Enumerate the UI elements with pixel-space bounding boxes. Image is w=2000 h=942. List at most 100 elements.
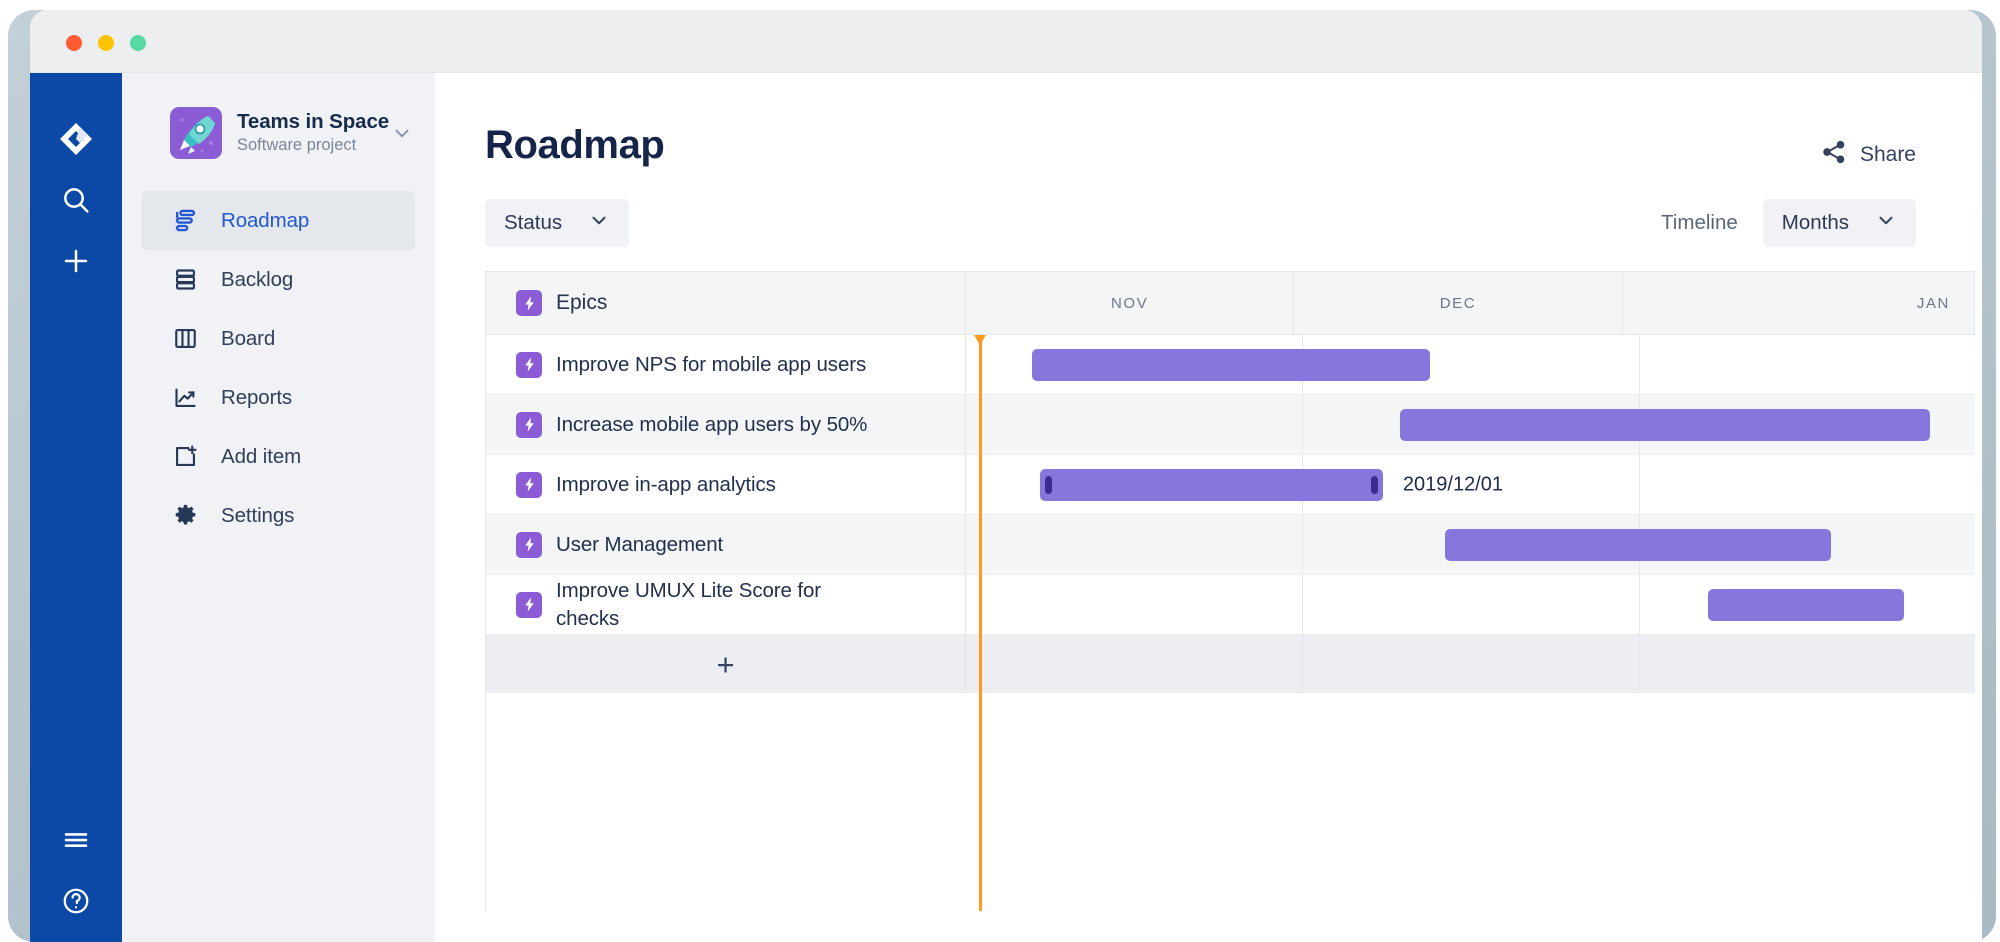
maximize-window-button[interactable] [130, 35, 146, 51]
epic-name: Improve NPS for mobile app users [556, 351, 866, 378]
timeline-zoom-value: Months [1782, 211, 1849, 235]
epics-column-label: Epics [556, 291, 607, 315]
backlog-icon [170, 266, 200, 293]
epic-name-cell[interactable]: Improve in-app analytics [486, 455, 966, 515]
hamburger-icon [61, 825, 91, 860]
gantt-header-row: Epics NOV DEC JAN [486, 272, 1975, 335]
browser-window: Teams in Space Software project [30, 10, 1982, 942]
search-button[interactable] [48, 174, 104, 230]
project-switcher[interactable]: Teams in Space Software project [122, 107, 435, 159]
close-window-button[interactable] [66, 35, 82, 51]
main-content: Roadmap Share [435, 73, 1982, 942]
rail-bottom-group [30, 814, 122, 942]
epic-bolt-icon [516, 352, 542, 378]
share-label: Share [1860, 143, 1916, 167]
month-header: JAN [1623, 272, 1975, 334]
project-name: Teams in Space [237, 110, 383, 134]
gear-icon [170, 502, 200, 529]
product-rail [30, 73, 122, 942]
menu-button[interactable] [48, 814, 104, 870]
timeline-controls: Timeline Months [1661, 199, 1916, 247]
sidebar-item-add-item[interactable]: Add item [142, 427, 415, 486]
sidebar-item-backlog[interactable]: Backlog [142, 250, 415, 309]
sidebar-item-label: Reports [221, 386, 292, 410]
roadmap-icon [170, 207, 200, 234]
share-icon [1821, 139, 1847, 171]
add-item-icon [170, 443, 200, 470]
epic-name: User Management [556, 531, 723, 558]
page-title: Roadmap [485, 123, 664, 168]
sidebar-item-board[interactable]: Board [142, 309, 415, 368]
desktop-background: Teams in Space Software project [0, 0, 2000, 942]
epic-name-cell[interactable]: Improve NPS for mobile app users [486, 335, 966, 395]
status-filter-dropdown[interactable]: Status [485, 199, 629, 247]
window-titlebar [30, 10, 1982, 73]
bar-resize-handle-right[interactable] [1371, 476, 1378, 494]
app-shell: Teams in Space Software project [30, 73, 1982, 942]
table-row[interactable]: User Management [486, 515, 1975, 575]
add-epic-row[interactable]: + [486, 635, 1975, 693]
sidebar-item-label: Board [221, 327, 275, 351]
timeline-track[interactable] [966, 575, 1975, 635]
sidebar-item-settings[interactable]: Settings [142, 486, 415, 545]
timeline-zoom-dropdown[interactable]: Months [1763, 199, 1916, 247]
sidebar-item-roadmap[interactable]: Roadmap [142, 191, 415, 250]
timeline-track[interactable] [966, 515, 1975, 575]
month-headers: NOV DEC JAN [966, 272, 1975, 334]
epic-name-cell[interactable]: Increase mobile app users by 50% [486, 395, 966, 455]
project-type: Software project [237, 134, 383, 156]
page-header: Roadmap Share [485, 73, 1982, 171]
table-row[interactable]: Increase mobile app users by 50% [486, 395, 1975, 455]
gantt-bar-selected[interactable] [1040, 469, 1383, 501]
epic-bolt-icon [516, 412, 542, 438]
month-header: NOV [966, 272, 1294, 334]
month-header: DEC [1294, 272, 1622, 334]
gantt-bar[interactable] [1445, 529, 1830, 561]
gantt-body: Improve NPS for mobile app users [486, 335, 1975, 693]
epic-name-cell[interactable]: Improve UMUX Lite Score for checks [486, 575, 966, 635]
create-button[interactable] [48, 235, 104, 291]
timeline-track[interactable] [966, 335, 1975, 395]
epic-bolt-icon [516, 592, 542, 618]
epic-name-cell[interactable]: User Management [486, 515, 966, 575]
add-epic-track [966, 635, 1975, 693]
jira-logo-button[interactable] [48, 113, 104, 169]
sidebar-item-label: Add item [221, 445, 301, 469]
epics-column-header: Epics [486, 272, 966, 334]
epic-bolt-icon [516, 532, 542, 558]
chevron-down-icon [588, 209, 610, 237]
project-sidebar: Teams in Space Software project [122, 73, 435, 942]
gantt-bar[interactable] [1708, 589, 1905, 621]
board-icon [170, 325, 200, 352]
project-meta: Teams in Space Software project [237, 110, 383, 157]
timeline-track[interactable] [966, 395, 1975, 455]
epic-name: Increase mobile app users by 50% [556, 411, 867, 438]
gantt-bar[interactable] [1032, 349, 1431, 381]
sidebar-item-reports[interactable]: Reports [142, 368, 415, 427]
epic-name: Improve UMUX Lite Score for checks [556, 577, 856, 631]
today-marker-triangle [974, 335, 986, 345]
plus-icon: + [716, 649, 734, 680]
timeline-label: Timeline [1661, 211, 1738, 235]
help-button[interactable] [48, 875, 104, 931]
chevron-down-icon[interactable] [391, 122, 413, 144]
device-bezel: Teams in Space Software project [8, 10, 1996, 942]
share-button[interactable]: Share [1821, 139, 1916, 171]
table-row[interactable]: Improve NPS for mobile app users [486, 335, 1975, 395]
timeline-track[interactable]: 2019/12/01 [966, 455, 1975, 515]
status-filter-label: Status [504, 211, 562, 235]
add-epic-button[interactable]: + [486, 635, 966, 693]
sidebar-nav: Roadmap Backlog [122, 191, 435, 545]
search-icon [60, 184, 92, 221]
table-row[interactable]: Improve UMUX Lite Score for checks [486, 575, 1975, 635]
reports-icon [170, 384, 200, 411]
table-row[interactable]: Improve in-app analytics 2019/12/01 [486, 455, 1975, 515]
minimize-window-button[interactable] [98, 35, 114, 51]
epic-name: Improve in-app analytics [556, 471, 776, 498]
today-marker-line [979, 335, 982, 911]
traffic-lights [66, 35, 146, 51]
question-circle-icon [61, 886, 91, 921]
epic-bolt-icon [516, 290, 542, 316]
gantt-bar[interactable] [1400, 409, 1930, 441]
bar-resize-handle-left[interactable] [1045, 476, 1052, 494]
